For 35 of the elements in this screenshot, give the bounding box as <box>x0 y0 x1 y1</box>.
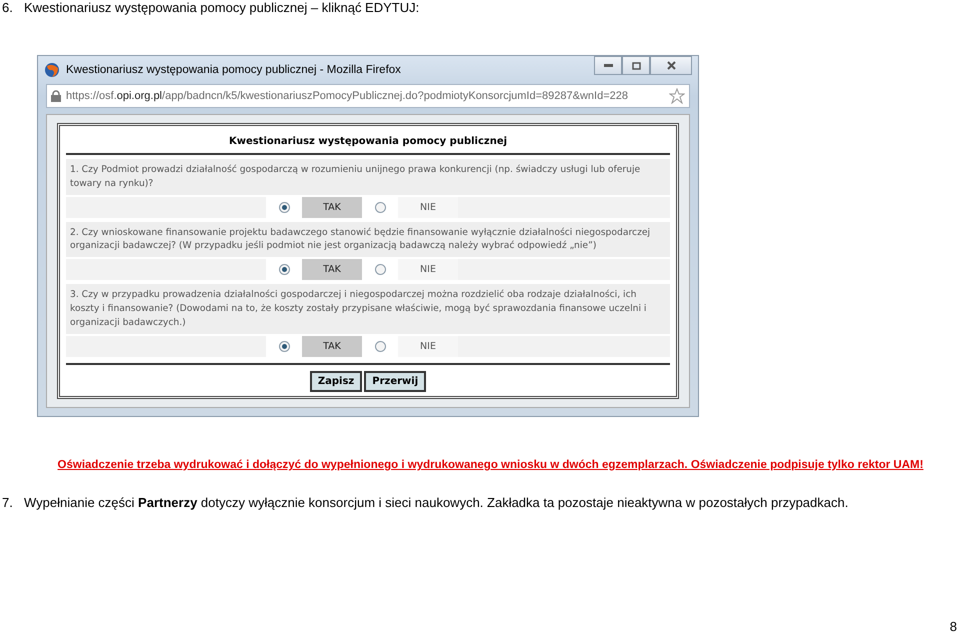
option-label: NIE <box>398 196 458 218</box>
option-label: TAK <box>302 259 362 280</box>
option-label: TAK <box>302 336 362 357</box>
close-button[interactable] <box>650 56 692 75</box>
step-text: Kwestionariusz występowania pomocy publicznej – kliknąć EDYTUJ: <box>24 0 420 15</box>
radio-button[interactable] <box>278 340 290 352</box>
lock-icon <box>51 90 61 102</box>
address-bar[interactable]: https://osf.opi.org.pl/app/badncn/k5/kwestionariuszPomocyPublicznej.do?podmiotyKonsorcjumId=89287&wnId=228 <box>46 84 690 108</box>
option-label: TAK <box>302 196 362 218</box>
form-title: Kwestionariusz występowania pomocy publicznej <box>66 130 670 155</box>
radio-button[interactable] <box>278 202 290 213</box>
radio-button[interactable] <box>278 264 290 276</box>
minimize-button[interactable] <box>594 56 622 75</box>
form-button[interactable]: Zapisz <box>310 370 362 392</box>
maximize-button[interactable] <box>622 56 650 75</box>
star-icon[interactable] <box>669 88 685 104</box>
maximize-icon <box>632 62 640 70</box>
form-button[interactable]: Przerwij <box>364 370 426 392</box>
close-icon <box>666 61 676 70</box>
radio-button[interactable] <box>374 202 386 213</box>
page-number: 8 <box>950 619 957 634</box>
step-text: Wypełnianie części Partnerzy dotyczy wyłącznie konsorcjum i sieci naukowych. Zakładka ta pozostaje nieaktywna w pozostałych przypadkach. <box>24 495 848 510</box>
step-number: 6. <box>2 0 14 15</box>
option-label: NIE <box>398 336 458 357</box>
minimize-icon <box>604 64 612 67</box>
radio-button[interactable] <box>374 264 386 276</box>
radio-button[interactable] <box>374 340 386 352</box>
step-number: 7. <box>2 495 14 510</box>
question-text: 2. Czy wnioskowane finansowanie projektu badawczego stanowić będzie finansowanie wyłącznie działalności niegospodarczej organizacji badawczej? (W przypadku jeśli podmiot nie jest organizacją badawczą należy wybrać odpowiedź „nie”) <box>66 222 670 258</box>
question-text: 1. Czy Podmiot prowadzi działalność gospodarczą w rozumieniu unijnego prawa konkurencji (np. świadczy usługi lub oferuje towary na rynku)? <box>66 159 670 195</box>
notice-text: Oświadczenie trzeba wydrukować i dołączyć do wypełnionego i wydrukowanego wniosku w dwóch egzemplarzach. Oświadczenie podpisuje tylko rektor UAM! <box>58 459 924 471</box>
globe-icon <box>44 62 60 78</box>
window-title: Kwestionariusz występowania pomocy publicznej - Mozilla Firefox <box>66 64 402 76</box>
question-text: 3. Czy w przypadku prowadzenia działalności gospodarczej i niegospodarczej można rozdzielić oba rodzaje działalności, ich koszty i finansowanie? (Dowodami na to, że koszty zostały przypisane właściwie, mogą być sprawozdania finansowe uczelni i organizacji badawczych.) <box>66 284 670 334</box>
option-label: NIE <box>398 259 458 280</box>
